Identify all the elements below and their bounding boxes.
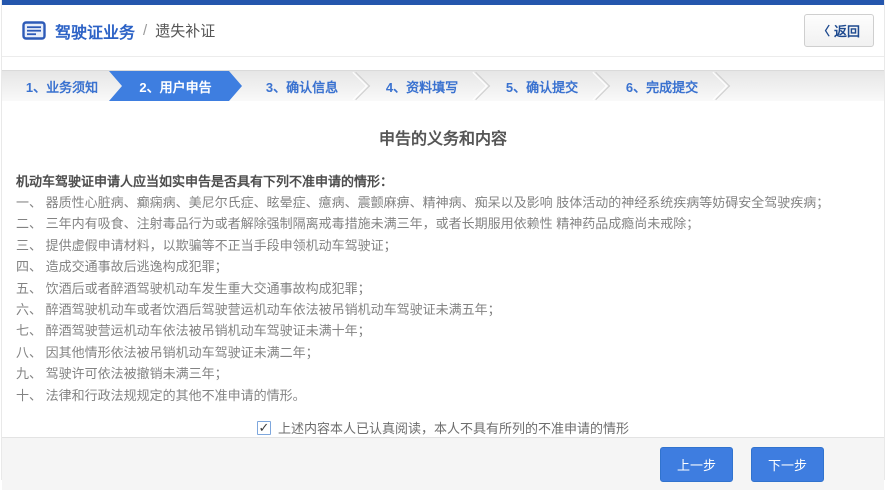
step-label: 3、确认信息 bbox=[265, 79, 339, 95]
declaration-item: 七、 醉酒驾驶营运机动车依法被吊销机动车驾驶证未满十年； bbox=[16, 323, 371, 339]
app-title: 驾驶证业务 bbox=[55, 24, 136, 42]
checkmark-icon: ✓ bbox=[258, 420, 270, 436]
header-steps-gap bbox=[2, 57, 884, 70]
step-3-confirm-info[interactable]: 3、确认信息 bbox=[242, 71, 371, 101]
step-label: 6、完成提交 bbox=[625, 79, 699, 95]
content-title: 申告的义务和内容 bbox=[378, 131, 507, 148]
next-step-button[interactable]: 下一步 bbox=[750, 446, 824, 482]
step-4-fill-materials[interactable]: 4、资料填写 bbox=[362, 71, 491, 101]
declaration-item: 八、 因其他情形依法被吊销机动车驾驶证未满二年； bbox=[16, 344, 319, 360]
main-container: 驾驶证业务 / 遗失补证 〈 返回 1、业务须知 2、用户申告 3、确认信息 4… bbox=[1, 0, 885, 491]
step-label: 4、资料填写 bbox=[385, 79, 459, 95]
step-1-business-notice[interactable]: 1、业务须知 bbox=[2, 71, 131, 101]
declaration-item: 二、 三年内有吸食、注射毒品行为或者解除强制隔离戒毒措施未满三年，或者长期服用依… bbox=[16, 216, 700, 232]
agreement-label[interactable]: 上述内容本人已认真阅读，本人不具有所列的不准申请的情形 bbox=[278, 418, 629, 437]
step-label: 2、用户申告 bbox=[139, 79, 212, 95]
declaration-intro: 机动车驾驶证申请人应当如实申告是否具有下列不准申请的情形： bbox=[16, 174, 394, 189]
declaration-content: 申告的义务和内容 机动车驾驶证申请人应当如实申告是否具有下列不准申请的情形： 一… bbox=[2, 101, 884, 438]
declaration-item: 九、 驾驶许可依法被撤销未满三年； bbox=[16, 366, 228, 382]
step-2-user-declaration[interactable]: 2、用户申告 bbox=[109, 71, 242, 101]
declaration-item: 四、 造成交通事故后逃逸构成犯罪； bbox=[16, 259, 228, 275]
header: 驾驶证业务 / 遗失补证 〈 返回 bbox=[2, 5, 884, 57]
agreement-checkbox[interactable]: ✓ bbox=[256, 420, 271, 436]
previous-step-button[interactable]: 上一步 bbox=[659, 446, 733, 482]
step-6-complete-submit[interactable]: 6、完成提交 bbox=[602, 71, 731, 101]
agreement-row: ✓ 上述内容本人已认真阅读，本人不具有所列的不准申请的情形 bbox=[16, 418, 870, 437]
back-chevron-icon: 〈 bbox=[817, 24, 830, 38]
footer-action-bar: 上一步 下一步 bbox=[2, 437, 884, 491]
page: 驾驶证业务 / 遗失补证 〈 返回 1、业务须知 2、用户申告 3、确认信息 4… bbox=[0, 0, 886, 491]
breadcrumb-separator: / bbox=[143, 22, 148, 39]
steps-filler bbox=[722, 71, 884, 101]
declaration-item: 三、 提供虚假申请材料，以欺骗等不正当手段申领机动车驾驶证； bbox=[16, 237, 397, 253]
breadcrumb-page-title: 遗失补证 bbox=[155, 23, 216, 40]
step-5-confirm-submit[interactable]: 5、确认提交 bbox=[482, 71, 611, 101]
license-card-icon bbox=[22, 21, 46, 40]
back-button[interactable]: 〈 返回 bbox=[803, 14, 874, 47]
declaration-item: 十、 法律和行政法规规定的其他不准申请的情形。 bbox=[16, 387, 306, 403]
back-button-label: 返回 bbox=[833, 24, 860, 39]
step-label: 5、确认提交 bbox=[505, 79, 579, 95]
step-label: 1、业务须知 bbox=[25, 79, 99, 95]
declaration-item: 一、 器质性心脏病、癫痫病、美尼尔氏症、眩晕症、癔病、震颤麻痹、精神病、痴呆以及… bbox=[16, 195, 830, 210]
step-progress-bar: 1、业务须知 2、用户申告 3、确认信息 4、资料填写 5、确认提交 6、完成提… bbox=[2, 70, 884, 101]
declaration-item: 五、 饮酒后或者醉酒驾驶机动车发生重大交通事故构成犯罪； bbox=[16, 280, 371, 296]
declaration-item: 六、 醉酒驾驶机动车或者饮酒后驾驶营运机动车依法被吊销机动车驾驶证未满五年； bbox=[16, 302, 501, 318]
